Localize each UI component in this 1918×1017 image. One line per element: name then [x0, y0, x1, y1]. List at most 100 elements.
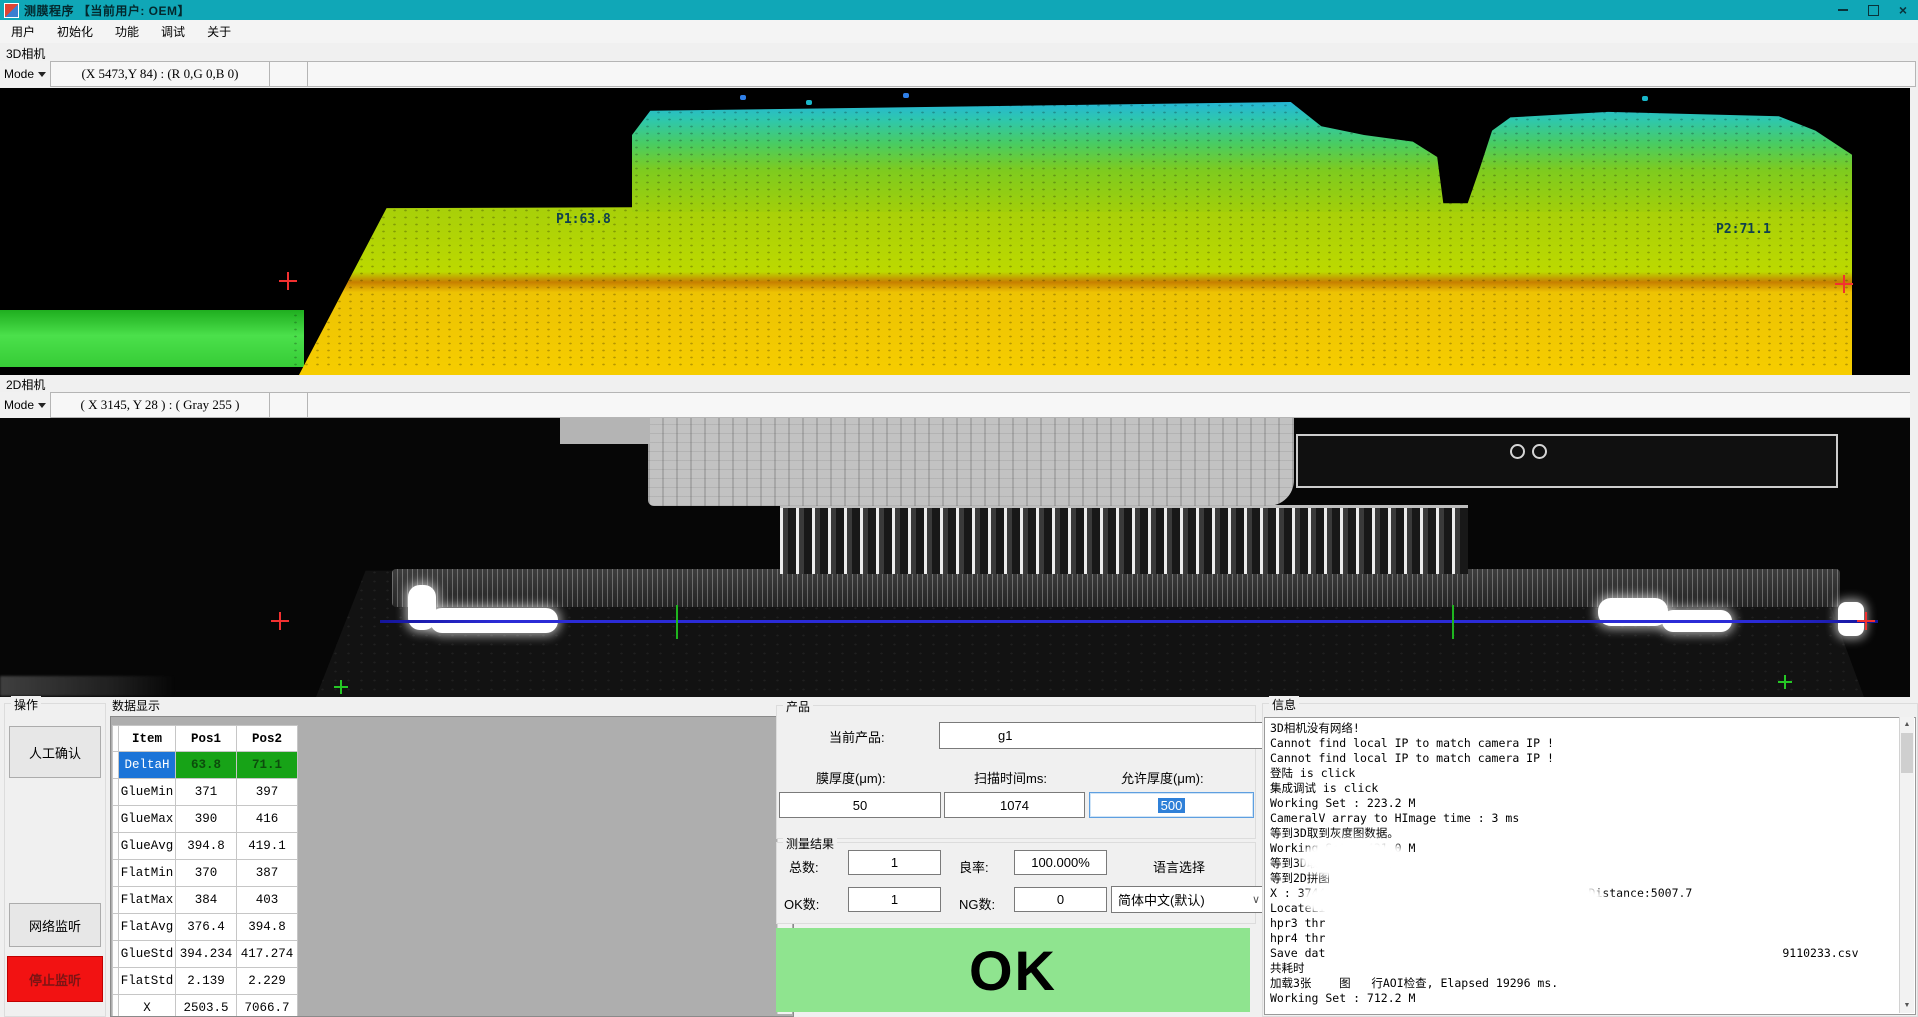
camera3d-pixel-readout: (X 5473,Y 84) : (R 0,G 0,B 0) — [50, 61, 270, 87]
total-label: 总数: — [789, 857, 819, 876]
table-cell: X — [119, 995, 176, 1017]
camera2d-mode-button[interactable]: Mode — [0, 392, 50, 418]
table-row[interactable]: FlatStd2.1392.229 — [113, 968, 298, 995]
close-button[interactable]: × — [1888, 0, 1918, 20]
table-cell: GlueAvg — [119, 833, 176, 860]
scroll-down-icon[interactable]: ▼ — [1900, 998, 1914, 1013]
table-cell: 403 — [237, 887, 298, 914]
table-cell: 419.1 — [237, 833, 298, 860]
minimize-icon — [1838, 9, 1848, 11]
table-cell: GlueMin — [119, 779, 176, 806]
menu-function[interactable]: 功能 — [104, 20, 150, 43]
film-thickness-field[interactable]: 50 — [779, 792, 941, 818]
menu-about[interactable]: 关于 — [196, 20, 242, 43]
camera2d-image-view[interactable] — [0, 418, 1910, 697]
table-row[interactable]: GlueStd394.234417.274 — [113, 941, 298, 968]
yield-field[interactable]: 100.000% — [1014, 850, 1107, 875]
menu-user[interactable]: 用户 — [0, 20, 46, 43]
app-icon — [4, 3, 19, 18]
table-cell: 71.1 — [237, 752, 298, 779]
camera3d-image-view[interactable]: P1:63.8 P2:71.1 — [0, 88, 1910, 375]
scan-time-field[interactable]: 1074 — [944, 792, 1085, 818]
allow-thickness-label: 允许厚度(μm): — [1121, 768, 1204, 787]
data-display-title: 数据显示 — [112, 697, 160, 714]
total-field[interactable]: 1 — [848, 850, 941, 875]
log-line: 集成调试 is click — [1270, 781, 1915, 796]
language-dropdown[interactable]: 简体中文(默认) ∨ — [1111, 886, 1267, 913]
green-tick-marker — [676, 605, 678, 639]
manual-confirm-button[interactable]: 人工确认 — [9, 726, 101, 778]
table-cell: 394.8 — [237, 914, 298, 941]
results-groupbox: 测量结果 总数: 1 良率: 100.000% 语言选择 OK数: 1 NG数:… — [776, 842, 1256, 924]
table-row[interactable]: FlatMin370387 — [113, 860, 298, 887]
table-row[interactable]: GlueMin371397 — [113, 779, 298, 806]
image-noise — [0, 676, 175, 696]
measurement-table-panel: Item Pos1 Pos2 DeltaH63.871.1GlueMin3713… — [110, 716, 794, 1017]
chevron-down-icon — [38, 403, 46, 408]
menu-debug[interactable]: 调试 — [150, 20, 196, 43]
fiducial-ring-icon — [1510, 444, 1525, 459]
noise-dot — [806, 100, 812, 105]
minimize-button[interactable] — [1828, 0, 1858, 20]
fiducial-ring-icon — [1532, 444, 1547, 459]
table-cell: 384 — [176, 887, 237, 914]
log-line: 加载3张 图 行AOI检查, Elapsed 19296 ms. — [1270, 976, 1915, 991]
table-cell: 394.234 — [176, 941, 237, 968]
log-line: Save dat 9110233.csv — [1270, 946, 1915, 961]
camera3d-mode-button[interactable]: Mode — [0, 61, 50, 87]
table-cell: FlatMax — [119, 887, 176, 914]
table-row[interactable]: X2503.57066.7 — [113, 995, 298, 1017]
selected-text: 500 — [1158, 798, 1186, 813]
table-row[interactable]: GlueMax390416 — [113, 806, 298, 833]
chevron-down-icon — [38, 72, 46, 77]
camera2d-pixel-readout: ( X 3145, Y 28 ) : ( Gray 255 ) — [50, 392, 270, 418]
current-product-field[interactable]: g1 — [939, 722, 1311, 749]
crosshair-marker — [1778, 675, 1792, 689]
heightmap-left-strip — [0, 310, 304, 367]
app-window: 测膜程序 【当前用户: OEM】 × 用户 初始化 功能 调试 关于 3D相机 … — [0, 0, 1918, 1017]
yield-label: 良率: — [959, 857, 989, 876]
menu-init[interactable]: 初始化 — [46, 20, 104, 43]
measurement-baseline — [380, 620, 1878, 623]
table-cell: FlatMin — [119, 860, 176, 887]
col-pos2: Pos2 — [237, 726, 298, 752]
table-row[interactable]: FlatMax384403 — [113, 887, 298, 914]
ng-count-field[interactable]: 0 — [1014, 887, 1107, 912]
info-scrollbar[interactable]: ▲ ▼ — [1899, 717, 1914, 1013]
camera3d-label: 3D相机 — [6, 45, 45, 62]
table-cell: 2.139 — [176, 968, 237, 995]
redaction-blob — [1340, 899, 1750, 925]
camera2d-label: 2D相机 — [6, 376, 45, 393]
scroll-up-icon[interactable]: ▲ — [1900, 717, 1914, 732]
status-banner: OK — [776, 928, 1250, 1012]
ok-count-label: OK数: — [784, 894, 819, 913]
stop-listen-button[interactable]: 停止监听 — [7, 956, 103, 1002]
operations-title: 操作 — [11, 696, 41, 713]
connector-pins — [780, 505, 1468, 574]
table-row[interactable]: FlatAvg376.4394.8 — [113, 914, 298, 941]
table-cell: 387 — [237, 860, 298, 887]
language-select-label: 语言选择 — [1153, 857, 1205, 876]
heightmap-noise-overlay — [290, 102, 1852, 370]
maximize-button[interactable] — [1858, 0, 1888, 20]
table-cell: GlueStd — [119, 941, 176, 968]
network-listen-button[interactable]: 网络监听 — [9, 903, 101, 947]
maximize-icon — [1868, 5, 1879, 16]
measurement-table: Item Pos1 Pos2 DeltaH63.871.1GlueMin3713… — [112, 725, 298, 1017]
allow-thickness-field[interactable]: 500 — [1089, 792, 1254, 818]
title-bar: 测膜程序 【当前用户: OEM】 × — [0, 0, 1918, 20]
camera3d-toolbar: Mode (X 5473,Y 84) : (R 0,G 0,B 0) — [0, 61, 1916, 87]
scrollbar-thumb[interactable] — [1901, 733, 1913, 773]
table-cell: 376.4 — [176, 914, 237, 941]
ok-count-field[interactable]: 1 — [848, 887, 941, 912]
p1-measure-label: P1:63.8 — [556, 212, 611, 227]
operations-groupbox: 操作 人工确认 网络监听 停止监听 — [4, 703, 106, 1017]
table-cell: 7066.7 — [237, 995, 298, 1017]
table-cell: FlatAvg — [119, 914, 176, 941]
language-dropdown-value: 简体中文(默认) — [1118, 890, 1205, 909]
current-product-label: 当前产品: — [829, 727, 885, 746]
table-row[interactable]: GlueAvg394.8419.1 — [113, 833, 298, 860]
table-row[interactable]: DeltaH63.871.1 — [113, 752, 298, 779]
table-cell: 370 — [176, 860, 237, 887]
log-line: Working Set : 712.2 M — [1270, 991, 1915, 1006]
